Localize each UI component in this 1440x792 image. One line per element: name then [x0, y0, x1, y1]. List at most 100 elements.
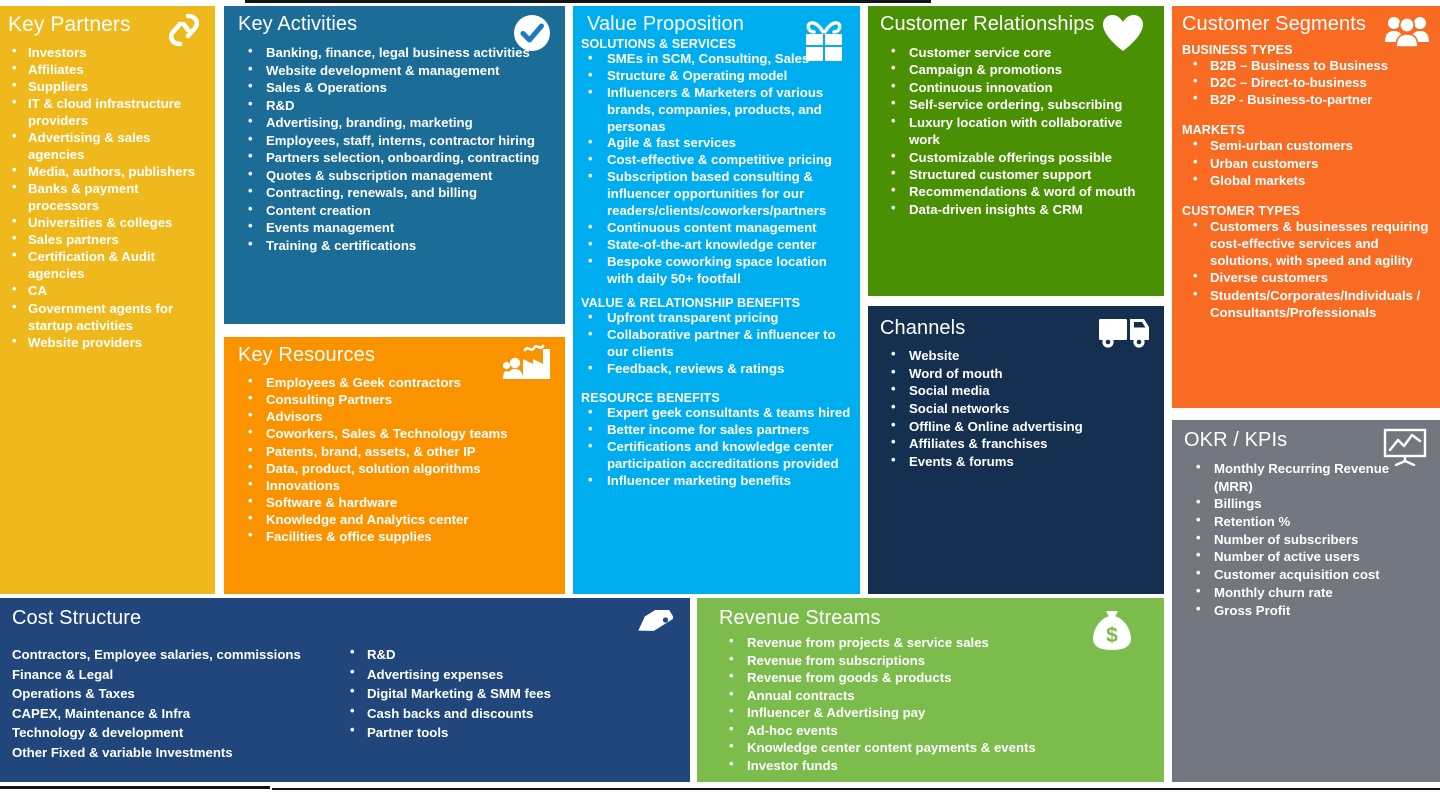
list-item: Affiliates & franchises	[880, 434, 1154, 453]
list-item: Events management	[238, 218, 553, 237]
list-item: Retention %	[1184, 512, 1430, 531]
value-proposition-solutions-list: SMEs in SCM, Consulting, Sales Structure…	[581, 50, 852, 288]
list-item: Influencer & Advertising pay	[719, 703, 1154, 722]
list-item: Events & forums	[880, 452, 1154, 471]
list-item: Collaborative partner & influencer to ou…	[581, 326, 852, 361]
list-item: Employees, staff, interns, contractor hi…	[238, 131, 553, 150]
list-item: Influencers & Marketers of various brand…	[581, 84, 852, 136]
list-item: Upfront transparent pricing	[581, 309, 852, 327]
list-item: Technology & development	[12, 725, 184, 741]
list-item: Bespoke coworking space location with da…	[581, 253, 852, 288]
list-item: Partners selection, onboarding, contract…	[238, 148, 553, 167]
list-item: IT & cloud infrastructure providers	[8, 94, 205, 129]
list-item: CAPEX, Maintenance & Infra	[12, 705, 191, 721]
list-item: Customers & businesses requiring cost-ef…	[1182, 217, 1430, 269]
list-item: Ad-hoc events	[719, 721, 1154, 740]
list-item: Consulting Partners	[238, 390, 553, 408]
list-item: Semi-urban customers	[1182, 136, 1430, 154]
list-item: Contractors, Employee salaries, commissi…	[12, 647, 301, 662]
list-item: Sales & Operations	[238, 78, 553, 97]
list-item: Word of mouth	[880, 364, 1154, 383]
top-edge-rule	[245, 0, 931, 3]
price-tag-icon	[632, 610, 674, 646]
panel-channels: Channels Website Word of mouth Social me…	[868, 306, 1164, 594]
channels-list: Website Word of mouth Social media Socia…	[880, 346, 1154, 471]
list-item: Continuous innovation	[880, 78, 1154, 96]
cost-structure-left-list: Contractors, Employee salaries, commissi…	[12, 645, 342, 762]
list-item: Cost-effective & competitive pricing	[581, 151, 852, 169]
list-item: Better income for sales partners	[581, 421, 852, 439]
list-item: Students/Corporates/Individuals / Consul…	[1182, 286, 1430, 321]
svg-text:$: $	[1106, 624, 1118, 647]
bottom-edge-rule-2	[272, 788, 1440, 790]
list-item: Number of subscribers	[1184, 530, 1430, 549]
list-item: Influencer marketing benefits	[581, 472, 852, 490]
list-item: Banking, finance, legal business activit…	[238, 43, 553, 62]
list-item: Customizable offerings possible	[880, 148, 1154, 166]
list-item: B2B – Business to Business	[1182, 56, 1430, 74]
value-proposition-subheading: RESOURCE BENEFITS	[581, 391, 720, 406]
list-item: Structured customer support	[880, 165, 1154, 183]
panel-key-activities: Key Activities Banking, finance, legal b…	[224, 6, 565, 324]
list-item: Customer acquisition cost	[1184, 565, 1430, 584]
customer-relationships-list: Customer service core Campaign & promoti…	[880, 43, 1154, 218]
list-item: Partner tools	[342, 722, 642, 743]
list-item: Operations & Taxes	[12, 686, 135, 702]
value-proposition-resource-benefits-list: Expert geek consultants & teams hired Be…	[581, 404, 852, 490]
panel-key-partners: Key Partners Investors Affiliates Suppli…	[0, 6, 215, 594]
list-item: R&D	[238, 96, 553, 115]
customer-segments-customer-types-list: Customers & businesses requiring cost-ef…	[1182, 217, 1430, 321]
list-item: Campaign & promotions	[880, 60, 1154, 78]
list-item: State-of-the-art knowledge center	[581, 236, 852, 254]
list-item: Social media	[880, 381, 1154, 400]
list-item: Universities & colleges	[8, 213, 205, 231]
heart-icon	[1102, 14, 1144, 52]
list-item: Self-service ordering, subscribing	[880, 95, 1154, 113]
list-item: Knowledge center content payments & even…	[719, 738, 1154, 757]
money-bag-icon: $	[1090, 608, 1134, 652]
list-item: Suppliers	[8, 77, 205, 95]
people-group-icon	[1384, 14, 1430, 48]
panel-cost-structure: Cost Structure Contractors, Employee sal…	[0, 598, 690, 782]
panel-value-proposition: Value Proposition SOLUTIONS & SERVICES S…	[573, 6, 860, 594]
list-item: Digital Marketing & SMM fees	[342, 683, 642, 704]
key-partners-list: Investors Affiliates Suppliers IT & clou…	[8, 43, 205, 351]
list-item: Global markets	[1182, 171, 1430, 189]
delivery-truck-icon	[1098, 316, 1150, 350]
factory-people-icon	[503, 343, 551, 381]
list-item: Data, product, solution algorithms	[238, 459, 553, 477]
list-item: Quotes & subscription management	[238, 166, 553, 185]
list-item: Certifications and knowledge center part…	[581, 438, 852, 473]
list-item: D2C – Direct-to-business	[1182, 73, 1430, 91]
list-item: Banks & payment processors	[8, 179, 205, 214]
list-item: Advertising, branding, marketing	[238, 113, 553, 132]
customer-segments-markets-list: Semi-urban customers Urban customers Glo…	[1182, 136, 1430, 189]
panel-okr-kpis: OKR / KPIs Monthly Recurring Revenue (MR…	[1172, 420, 1440, 782]
panel-revenue-streams: Revenue Streams Revenue from projects & …	[697, 598, 1164, 782]
list-item: Innovations	[238, 476, 553, 494]
list-item: Agile & fast services	[581, 134, 852, 152]
list-item: Recommendations & word of mouth	[880, 182, 1154, 200]
key-activities-title: Key Activities	[238, 13, 358, 35]
list-item: Investor funds	[719, 756, 1154, 775]
bottom-edge-rule	[0, 786, 270, 789]
list-item: Monthly churn rate	[1184, 583, 1430, 602]
link-chain-icon	[163, 10, 205, 50]
revenue-streams-title: Revenue Streams	[719, 607, 881, 629]
list-item: Coworkers, Sales & Technology teams	[238, 424, 553, 442]
list-item: Feedback, reviews & ratings	[581, 360, 852, 378]
list-item: Sales partners	[8, 230, 205, 248]
list-item: Media, authors, publishers	[8, 162, 205, 180]
value-proposition-benefits-list: Upfront transparent pricing Collaborativ…	[581, 309, 852, 378]
list-item: Certification & Audit agencies	[8, 247, 205, 282]
cost-structure-right-list: R&D Advertising expenses Digital Marketi…	[342, 644, 642, 743]
list-item: Continuous content management	[581, 219, 852, 237]
cost-structure-title: Cost Structure	[12, 607, 142, 629]
list-item: Training & certifications	[238, 236, 553, 255]
value-proposition-subheading: VALUE & RELATIONSHIP BENEFITS	[581, 296, 801, 311]
list-item: Revenue from projects & service sales	[719, 633, 1154, 652]
okr-kpis-list: Monthly Recurring Revenue (MRR) Billings…	[1184, 459, 1430, 619]
list-item: Subscription based consulting & influenc…	[581, 168, 852, 220]
list-item: Patents, brand, assets, & other IP	[238, 442, 553, 460]
gift-icon	[800, 20, 848, 62]
